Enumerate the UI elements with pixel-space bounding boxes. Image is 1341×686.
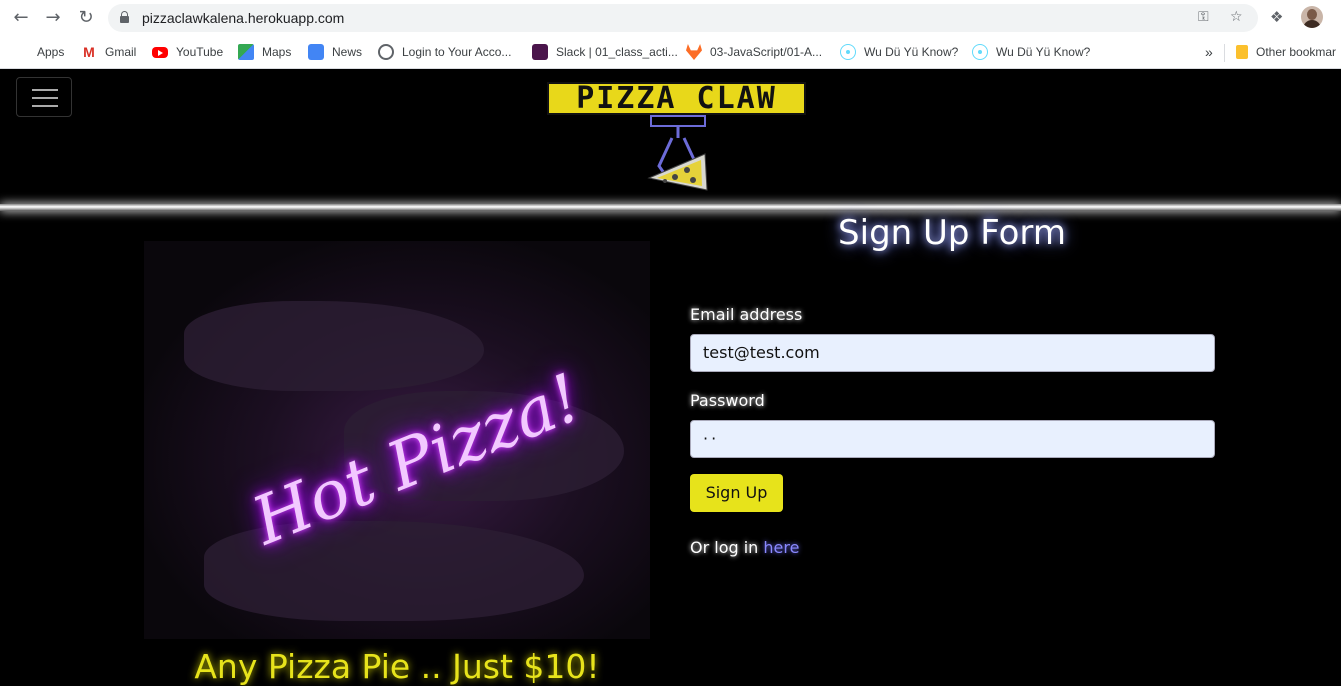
back-arrow-icon[interactable]: ← — [10, 7, 32, 29]
email-input[interactable]: test@test.com — [690, 334, 1215, 372]
promo-text: Any Pizza Pie .. Just $10! — [194, 647, 600, 686]
bookmark-label: Login to Your Acco... — [402, 45, 512, 59]
pizza-claw-logo[interactable]: PIZZA CLAW — [547, 82, 807, 194]
form-title: Sign Up Form — [838, 213, 1066, 253]
bookmarks-bar: Apps M Gmail YouTube Maps News Login to … — [0, 36, 1341, 69]
news-icon — [308, 44, 324, 60]
hamburger-icon — [32, 89, 58, 91]
gmail-icon: M — [83, 44, 95, 60]
bookmark-gmail[interactable]: M Gmail — [81, 42, 136, 62]
lock-icon — [120, 11, 129, 23]
forward-arrow-icon[interactable]: → — [42, 7, 64, 29]
gitlab-icon — [686, 44, 702, 60]
bookmark-label: Maps — [262, 45, 292, 59]
bookmark-wu-du-yu-know-2[interactable]: Wu Dü Yü Know? — [972, 42, 1090, 62]
claw-pizza-icon — [647, 115, 708, 191]
url-text: pizzaclawkalena.herokuapp.com — [142, 10, 345, 26]
bookmark-news[interactable]: News — [308, 42, 362, 62]
email-label: Email address — [690, 305, 803, 324]
bookmark-gitlab[interactable]: 03-JavaScript/01-A... — [686, 42, 822, 62]
bookmark-label: YouTube — [176, 45, 224, 59]
react-icon — [840, 44, 856, 60]
bookmark-slack[interactable]: Slack | 01_class_acti... — [532, 42, 678, 62]
key-icon[interactable]: ⚿ — [1198, 9, 1209, 25]
bookmark-apps[interactable]: Apps — [13, 42, 64, 62]
react-icon — [972, 44, 988, 60]
login-link[interactable]: here — [763, 538, 799, 557]
globe-icon — [378, 44, 394, 60]
address-bar[interactable]: pizzaclawkalena.herokuapp.com ⚿ ☆ — [108, 4, 1258, 32]
bookmarks-divider — [1224, 44, 1225, 62]
menu-toggle-button[interactable] — [16, 77, 72, 117]
bookmark-youtube[interactable]: YouTube — [152, 42, 223, 62]
bookmarks-overflow-button[interactable]: » — [1205, 42, 1213, 62]
bookmark-label: Gmail — [105, 45, 137, 59]
bookmark-maps[interactable]: Maps — [238, 42, 291, 62]
browser-toolbar: ← → ↻ pizzaclawkalena.herokuapp.com ⚿ ☆ … — [0, 0, 1341, 36]
login-prefix: Or log in — [690, 538, 764, 557]
hot-pizza-neon-image: Hot Pizza! — [144, 241, 650, 639]
bookmark-other[interactable]: Other bookmar — [1236, 42, 1336, 62]
bookmark-label: Wu Dü Yü Know? — [996, 45, 1091, 59]
profile-avatar[interactable] — [1301, 6, 1323, 28]
youtube-icon — [152, 46, 168, 58]
apps-grid-icon — [13, 44, 29, 60]
password-label: Password — [690, 391, 765, 410]
bookmark-label: Apps — [37, 45, 65, 59]
header-divider — [0, 204, 1341, 211]
bookmark-label: 03-JavaScript/01-A... — [710, 45, 823, 59]
bookmark-label: Slack | 01_class_acti... — [556, 45, 678, 59]
maps-icon — [238, 44, 254, 60]
bookmark-login[interactable]: Login to Your Acco... — [378, 42, 511, 62]
sign-up-button[interactable]: Sign Up — [690, 474, 783, 512]
bookmark-label: Wu Dü Yü Know? — [864, 45, 959, 59]
bookmark-label: Other bookmar — [1256, 45, 1337, 59]
star-icon[interactable]: ☆ — [1230, 9, 1243, 25]
extensions-puzzle-icon[interactable]: ❖ — [1270, 8, 1283, 26]
login-prompt: Or log in here — [690, 538, 799, 557]
bookmark-wu-du-yu-know-1[interactable]: Wu Dü Yü Know? — [840, 42, 958, 62]
site-navbar: PIZZA CLAW — [0, 69, 1341, 204]
page-content: PIZZA CLAW Hot Pizza! Any Pizza Pie .. J… — [0, 69, 1341, 686]
reload-icon[interactable]: ↻ — [75, 7, 97, 29]
folder-icon — [1236, 45, 1248, 59]
bookmark-label: News — [332, 45, 363, 59]
password-input[interactable]: ·· — [690, 420, 1215, 458]
slack-icon — [532, 44, 548, 60]
